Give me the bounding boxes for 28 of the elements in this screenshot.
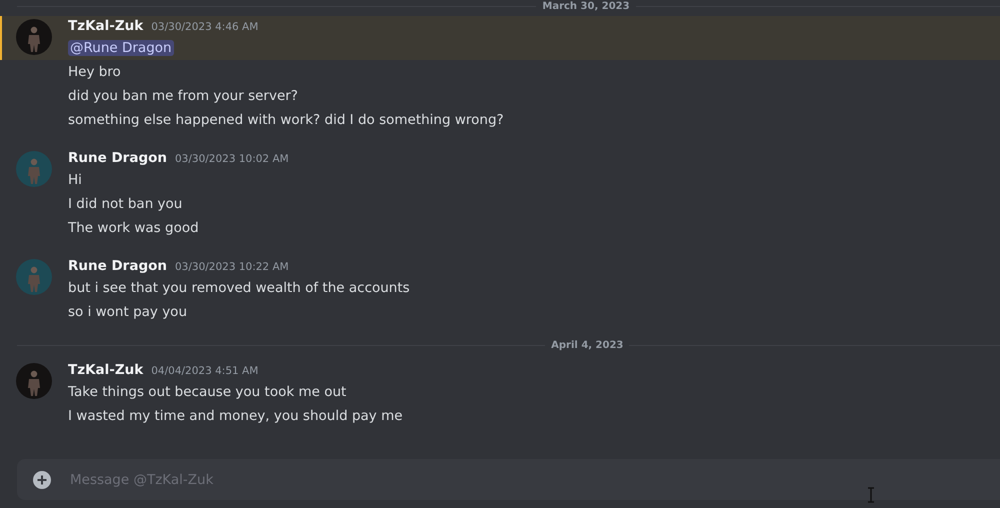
message-text: I did not ban you xyxy=(68,196,182,212)
message-composer[interactable]: Message @TzKal-Zuk xyxy=(17,459,1000,500)
message-timestamp: 03/30/2023 10:22 AM xyxy=(175,261,289,273)
author-name[interactable]: TzKal-Zuk xyxy=(68,362,144,378)
author-name[interactable]: TzKal-Zuk xyxy=(68,18,144,34)
avatar-icon[interactable] xyxy=(16,151,52,187)
avatar-icon[interactable] xyxy=(16,259,52,295)
date-divider-label: March 30, 2023 xyxy=(541,0,631,12)
message-text: Take things out because you took me out xyxy=(68,384,346,400)
user-mention[interactable]: @Rune Dragon xyxy=(68,40,174,56)
message-text: something else happened with work? did I do something wrong? xyxy=(68,112,504,128)
message-text: The work was good xyxy=(68,220,199,236)
message-timestamp: 03/30/2023 10:02 AM xyxy=(175,153,289,165)
author-name[interactable]: Rune Dragon xyxy=(68,150,167,166)
message-timestamp: 04/04/2023 4:51 AM xyxy=(151,365,258,377)
message-text: I wasted my time and money, you should pay me xyxy=(68,408,403,424)
text-cursor-icon xyxy=(867,487,875,503)
message-text: so i wont pay you xyxy=(68,304,187,320)
author-name[interactable]: Rune Dragon xyxy=(68,258,167,274)
message-timestamp: 03/30/2023 4:46 AM xyxy=(151,21,258,33)
date-divider-label: April 4, 2023 xyxy=(550,340,624,350)
message-text: Hey bro xyxy=(68,64,121,80)
message-text: did you ban me from your server? xyxy=(68,88,298,104)
avatar-icon[interactable] xyxy=(16,363,52,399)
add-icon[interactable] xyxy=(33,470,51,488)
message-text: but i see that you removed wealth of the accounts xyxy=(68,280,410,296)
message-input[interactable]: Message @TzKal-Zuk xyxy=(68,470,1000,488)
message-text: Hi xyxy=(68,172,82,188)
